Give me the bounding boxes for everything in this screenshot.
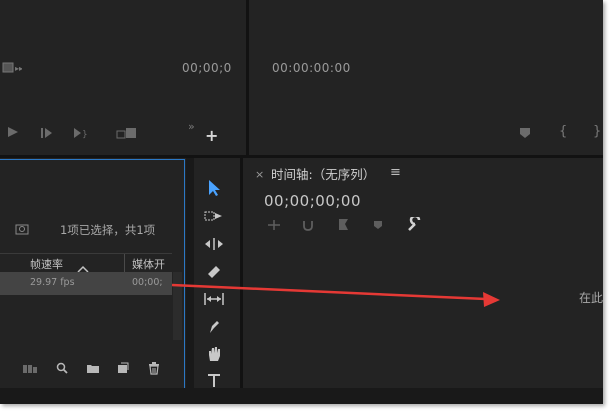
red-annotation-arrow <box>171 283 500 307</box>
premiere-workspace: ▸▸ 00;00;0 } » + 00:00:00:00 { } 1项已选择，共… <box>0 0 603 404</box>
